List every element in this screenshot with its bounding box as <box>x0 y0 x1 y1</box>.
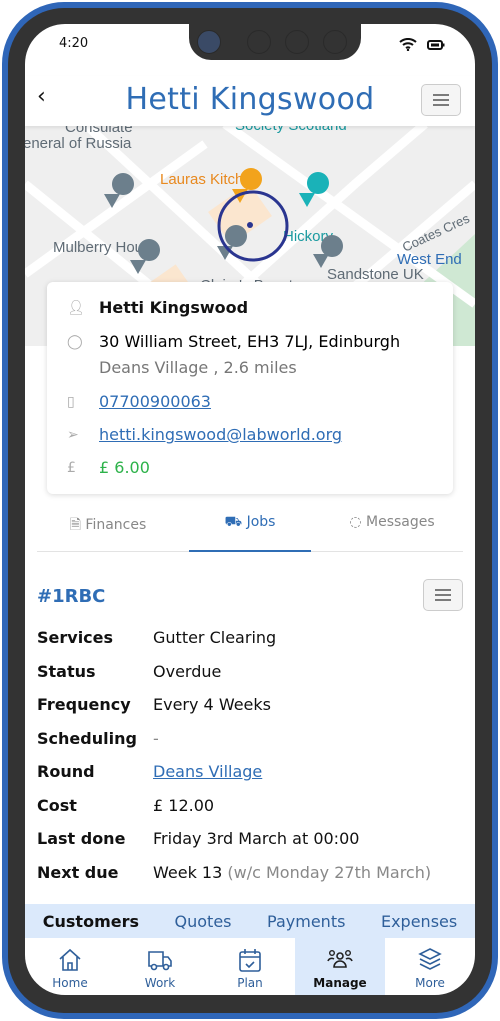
detail-row: Scheduling - <box>37 728 159 748</box>
hamburger-icon <box>435 589 451 601</box>
round-link[interactable]: Deans Village <box>153 762 262 796</box>
user-icon: 👤︎ <box>67 299 85 316</box>
detail-row: Cost £ 12.00 <box>37 795 215 815</box>
nav-work[interactable]: Work <box>115 938 205 995</box>
email-link[interactable]: hetti.kingswood@labworld.org <box>99 425 342 444</box>
tab-messages[interactable]: ◌ Messages <box>321 500 463 551</box>
camera-notch <box>189 24 361 60</box>
map-label: West End <box>397 251 462 268</box>
detail-row: Status Overdue <box>37 661 222 681</box>
nav-home[interactable]: Home <box>25 938 115 995</box>
map-label: Sandstone UK <box>327 266 424 283</box>
calendar-icon <box>239 949 261 972</box>
screen: 4:20 ‹ Hetti Kingswood Consulate eneral … <box>25 24 475 995</box>
subtab-expenses[interactable]: Expenses <box>381 912 457 931</box>
nav-plan[interactable]: Plan <box>205 938 295 995</box>
truck-icon: ⛟︎ <box>224 514 243 530</box>
bottom-nav: Home Work Plan Manage More <box>25 938 475 995</box>
battery-icon <box>427 39 445 50</box>
truck-icon <box>148 951 172 971</box>
users-icon <box>327 949 353 968</box>
contact-card: 👤︎ Hetti Kingswood ◯ 30 William Street, EH… <box>47 282 453 494</box>
contact-area: Deans Village , 2.6 miles <box>99 358 297 377</box>
map-label: eneral of Russia <box>25 135 132 152</box>
subtab-payments[interactable]: Payments <box>267 912 345 931</box>
nav-manage[interactable]: Manage <box>295 938 385 995</box>
subtab-customers[interactable]: Customers <box>43 912 139 931</box>
location-pin-icon: ◯ <box>67 333 83 350</box>
customer-tabs: 🗎︎ Finances ⛟︎ Jobs ◌ Messages <box>37 500 463 552</box>
detail-row: Frequency Every 4 Weeks <box>37 695 271 714</box>
detail-row: Round Deans Village <box>37 762 463 796</box>
send-icon: ➢ <box>67 426 79 443</box>
pound-icon: £ <box>67 459 76 476</box>
detail-row: Services Gutter Clearing <box>37 628 277 647</box>
detail-row: Last done Friday 3rd March at 00:00 <box>37 829 360 848</box>
contact-address: 30 William Street, EH3 7LJ, Edinburgh <box>99 332 401 351</box>
job-id[interactable]: #1RBC <box>37 586 105 607</box>
contact-balance: £ 6.00 <box>99 458 150 477</box>
chat-icon: ◌ <box>349 514 362 530</box>
layers-icon <box>418 948 442 970</box>
phone-frame: 4:20 ‹ Hetti Kingswood Consulate eneral … <box>2 2 498 1019</box>
tab-finances[interactable]: 🗎︎ Finances <box>37 500 179 551</box>
nav-more[interactable]: More <box>385 938 475 995</box>
document-icon: 🗎︎ <box>69 517 81 533</box>
status-time: 4:20 <box>59 36 89 51</box>
job-details: Services Gutter Clearing Status Overdue Fr… <box>37 628 463 896</box>
home-icon <box>59 948 81 971</box>
detail-row: Next due Week 13 (w/c Monday 27th March) <box>37 862 432 882</box>
menu-button[interactable] <box>421 84 461 116</box>
wifi-icon <box>399 38 417 51</box>
phone-link[interactable]: 07700900063 <box>99 392 211 411</box>
manage-subtabs: Customers Quotes Payments Expenses <box>25 904 475 938</box>
page-title: Hetti Kingswood <box>125 82 375 117</box>
hamburger-icon <box>433 94 449 106</box>
subtab-quotes[interactable]: Quotes <box>175 912 232 931</box>
phone-icon: ▯ <box>67 393 75 410</box>
contact-name: Hetti Kingswood <box>99 298 249 317</box>
phone-bezel: 4:20 ‹ Hetti Kingswood Consulate eneral … <box>8 8 492 1013</box>
job-menu-button[interactable] <box>423 579 463 611</box>
location-dot <box>247 222 253 228</box>
header: ‹ Hetti Kingswood <box>25 76 475 126</box>
tab-jobs[interactable]: ⛟︎ Jobs <box>179 500 321 552</box>
